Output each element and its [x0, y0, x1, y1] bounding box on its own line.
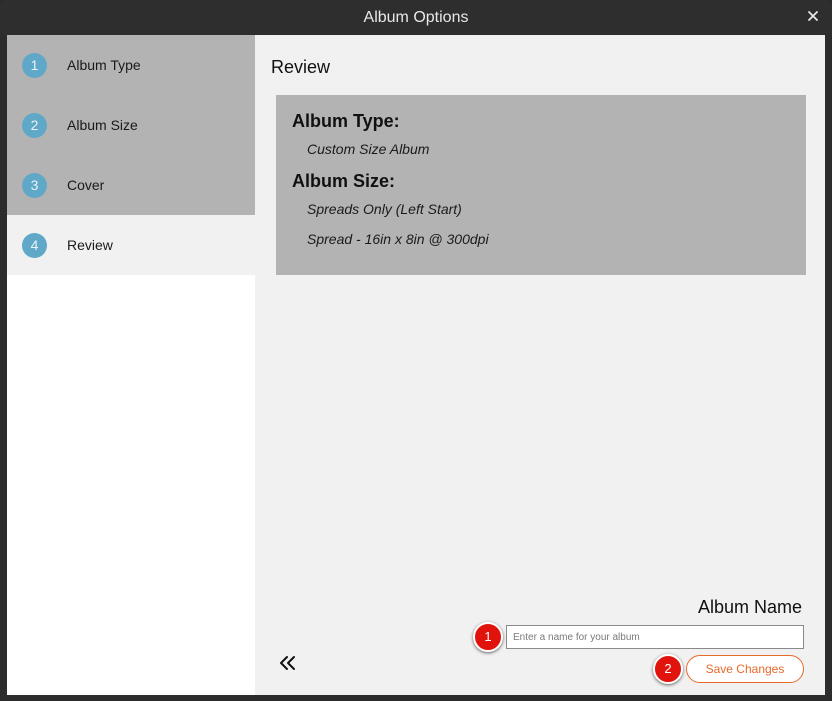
- callout-badge-1: 1: [473, 622, 503, 652]
- step-number: 2: [22, 113, 47, 138]
- sidebar-step-album-size[interactable]: 2 Album Size: [7, 95, 255, 155]
- page-title: Review: [271, 57, 331, 77]
- album-name-input[interactable]: [506, 625, 804, 649]
- step-number: 3: [22, 173, 47, 198]
- album-size-spread: Spread - 16in x 8in @ 300dpi: [307, 231, 489, 247]
- album-name-label: Album Name: [697, 597, 802, 617]
- step-number: 4: [22, 233, 47, 258]
- album-type-heading: Album Type:: [292, 111, 400, 131]
- title-bar: Album Options: [0, 0, 832, 35]
- step-label: Review: [67, 237, 113, 253]
- sidebar-step-cover[interactable]: 3 Cover: [7, 155, 255, 215]
- window-title: Album Options: [363, 9, 469, 26]
- album-options-dialog: Album Options 1 Album Type 2 Album Size …: [0, 0, 832, 701]
- review-summary: Album Type: Custom Size Album Album Size…: [276, 95, 806, 275]
- double-chevron-left-icon[interactable]: [277, 652, 299, 674]
- step-label: Cover: [67, 177, 105, 193]
- album-size-heading: Album Size:: [292, 171, 396, 191]
- callout-badge-2: 2: [653, 654, 683, 684]
- step-number: 1: [22, 53, 47, 78]
- save-changes-button[interactable]: Save Changes: [686, 655, 804, 683]
- sidebar-step-album-type[interactable]: 1 Album Type: [7, 35, 255, 95]
- album-type-value: Custom Size Album: [307, 141, 430, 157]
- step-label: Album Type: [67, 57, 141, 73]
- step-label: Album Size: [67, 117, 138, 133]
- sidebar-step-review[interactable]: 4 Review: [7, 215, 255, 275]
- close-icon[interactable]: [806, 9, 820, 23]
- album-size-value: Spreads Only (Left Start): [307, 201, 462, 217]
- review-panel: Review Album Type: Custom Size Album Alb…: [255, 35, 825, 695]
- steps-sidebar: 1 Album Type 2 Album Size 3 Cover 4 Revi…: [7, 35, 255, 695]
